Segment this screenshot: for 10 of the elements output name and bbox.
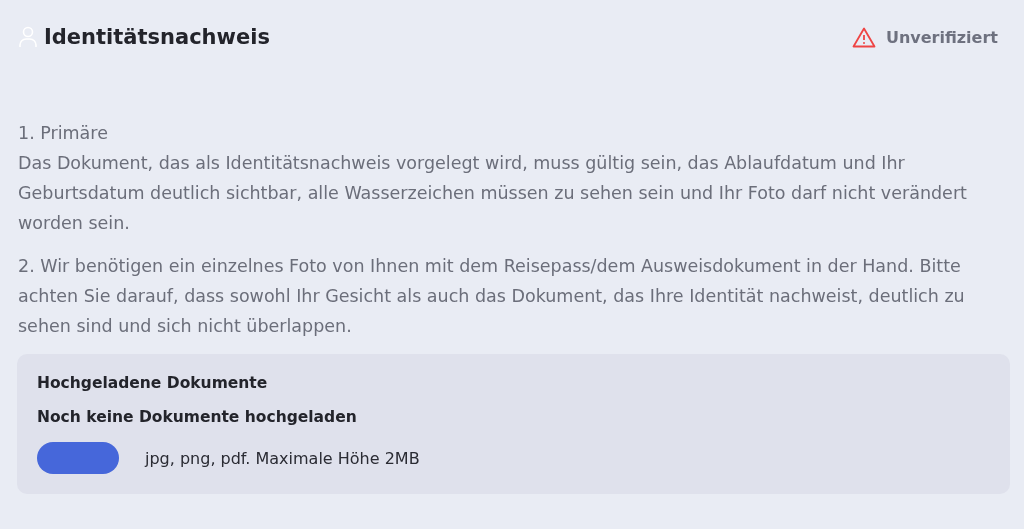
instruction-heading: 1. Primäre (18, 122, 109, 145)
verification-status: Unverifiziert (885, 27, 998, 47)
upload-button[interactable] (37, 442, 119, 474)
section-title: Hochgeladene Dokumente (37, 374, 269, 392)
instruction-text: Das Dokument, das als Identitätsnachweis vorgelegt wird, muss gültig sein, das Ablaufdatum und Ihr Geburtsdatum deutlich sichtbar, alle Wasserzeichen müssen zu sehen sein und Ihr Foto darf nicht verändert worden sein. (18, 152, 968, 235)
warning-icon (851, 26, 876, 48)
file-hint: jpg, png, pdf. Maximale Höhe 2MB (145, 448, 420, 468)
page-title: Identitätsnachweis (44, 25, 270, 49)
instruction-text: 2. Wir benötigen ein einzelnes Foto von Ihnen mit dem Reisepass/dem Ausweisdokument in der Hand. Bitte achten Sie darauf, dass sowohl Ihr Gesicht als auch das Dokument, das Ihre Identität nachweist, deutlich zu sehen sind und sich nicht überlappen. (18, 255, 966, 338)
empty-message: Noch keine Dokumente hochgeladen (37, 408, 358, 426)
